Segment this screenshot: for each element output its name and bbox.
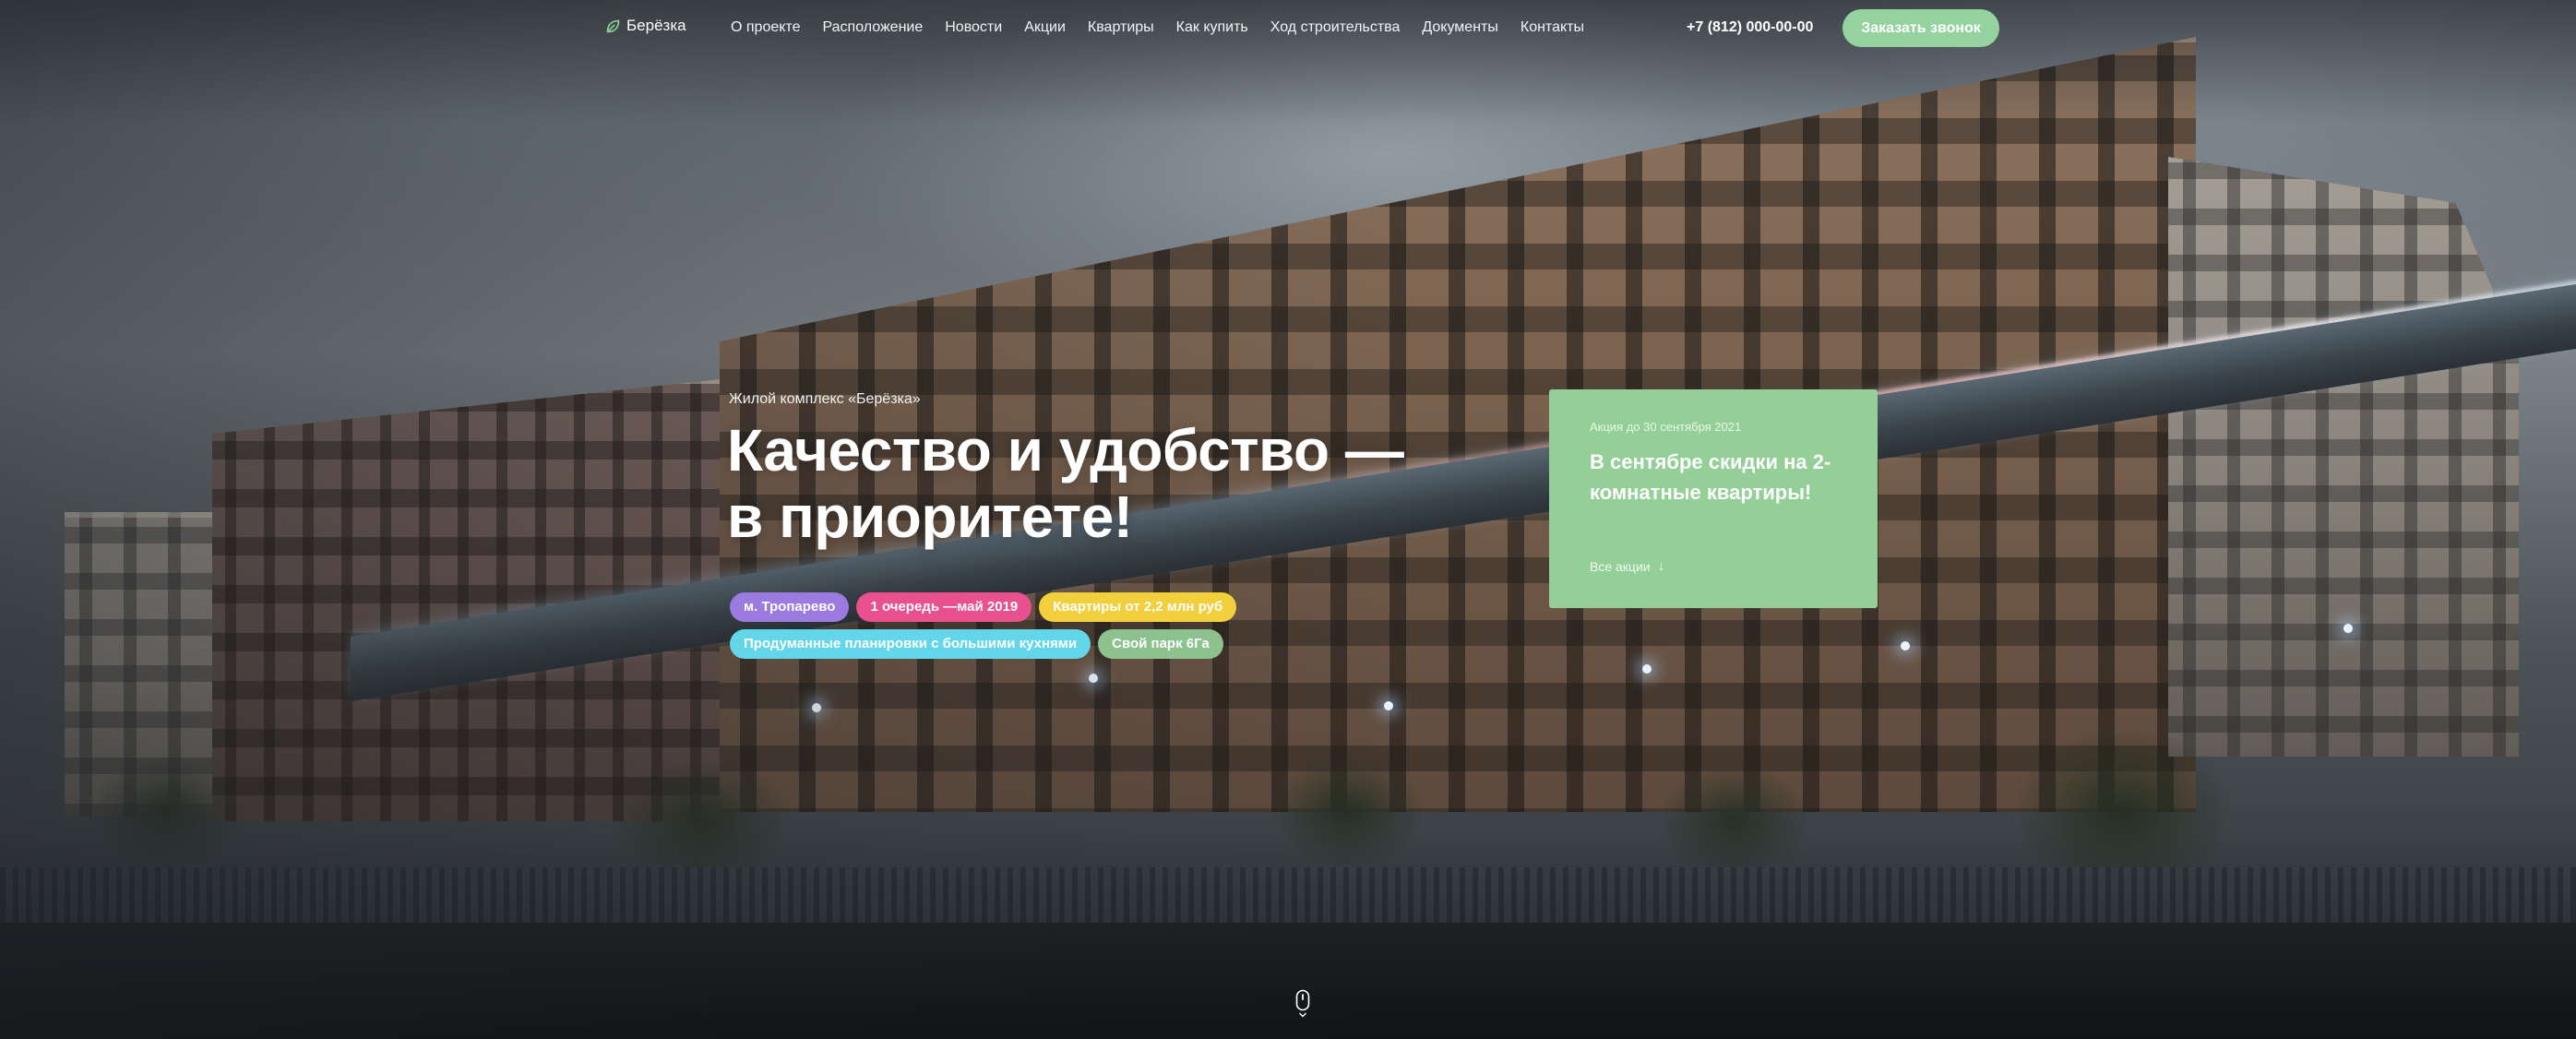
order-call-button[interactable]: Заказать звонок — [1843, 9, 1999, 47]
promo-date: Акция до 30 сентября 2021 — [1590, 420, 1742, 434]
logo[interactable]: Берёзка — [605, 17, 686, 35]
main-nav: О проекте Расположение Новости Акции Ква… — [731, 19, 1584, 36]
hero-eyebrow: Жилой комплекс «Берёзка» — [729, 391, 921, 407]
nav-item-location[interactable]: Расположение — [822, 19, 923, 36]
tag-layouts: Продуманные планировки с большими кухням… — [730, 629, 1091, 659]
headline-line-2: в приоритете! — [727, 484, 1133, 550]
promo-card: Акция до 30 сентября 2021 В сентябре ски… — [1549, 389, 1878, 608]
tag-first-stage: 1 очередь —май 2019 — [856, 592, 1032, 622]
nav-item-contacts[interactable]: Контакты — [1521, 19, 1584, 36]
promo-title: В сентябре скидки на 2-комнатные квартир… — [1590, 450, 1831, 504]
all-promotions-link[interactable]: Все акции ↓ — [1590, 558, 1664, 574]
hero-headline: Качество и удобство — в приоритете! — [727, 417, 1428, 550]
nav-item-news[interactable]: Новости — [945, 19, 1002, 36]
logo-text: Берёзка — [626, 17, 686, 34]
nav-item-construction-progress[interactable]: Ход строительства — [1270, 19, 1401, 36]
tag-price: Квартиры от 2,2 млн руб — [1039, 592, 1237, 622]
nav-item-apartments[interactable]: Квартиры — [1088, 19, 1154, 36]
feature-tags: м. Тропарево 1 очередь —май 2019 Квартир… — [730, 592, 1302, 659]
site-header: Берёзка О проекте Расположение Новости А… — [0, 0, 2576, 57]
nav-item-about[interactable]: О проекте — [731, 19, 800, 36]
nav-item-how-to-buy[interactable]: Как купить — [1176, 19, 1248, 36]
all-promotions-label: Все акции — [1590, 558, 1651, 574]
phone-number[interactable]: +7 (812) 000-00-00 — [1687, 19, 1813, 36]
tag-metro: м. Тропарево — [730, 592, 850, 622]
tag-park: Свой парк 6Га — [1098, 629, 1223, 659]
nav-item-documents[interactable]: Документы — [1422, 19, 1497, 36]
mouse-scroll-icon[interactable] — [1295, 989, 1310, 1019]
leaf-logo-icon — [606, 19, 620, 32]
headline-line-1: Качество и удобство — — [727, 417, 1404, 484]
arrow-down-icon: ↓ — [1657, 558, 1665, 574]
nav-item-promotions[interactable]: Акции — [1024, 19, 1066, 36]
